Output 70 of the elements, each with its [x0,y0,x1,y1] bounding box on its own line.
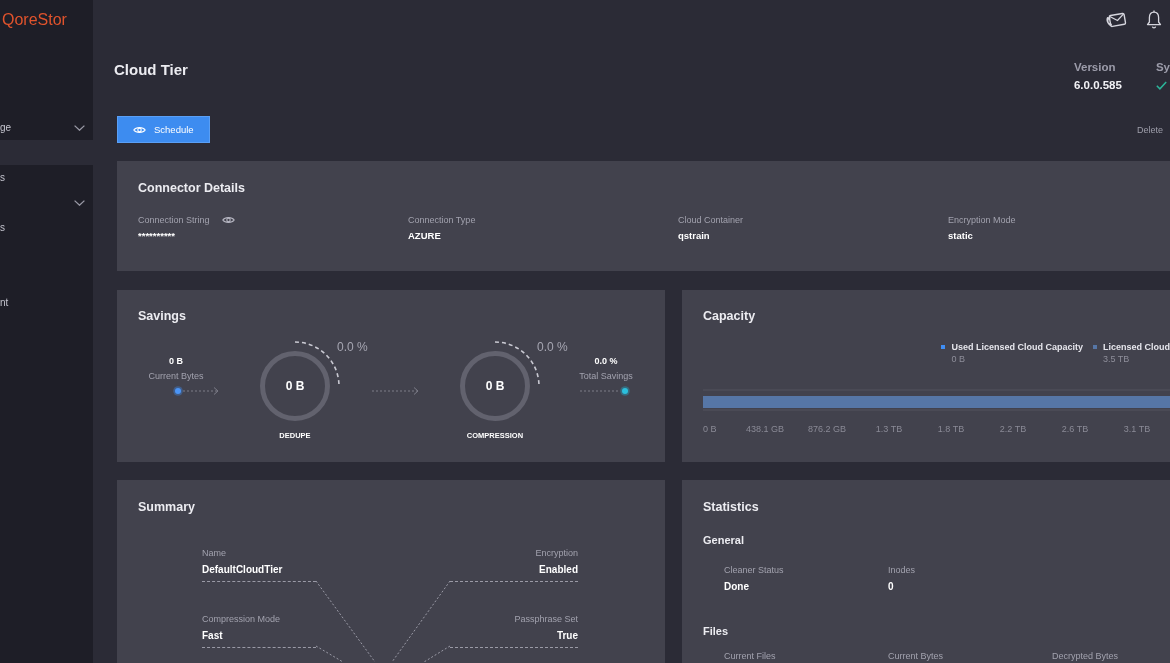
field-label: Cleaner Status [724,564,784,576]
field-label: Inodes [888,564,916,576]
section-heading: Files [703,624,730,638]
field-label: Decrypted Bytes [1052,650,1119,662]
field-value: AZURE [408,230,441,242]
field-value: True [556,630,578,642]
axis-tick-label: 2.2 TB [999,424,1027,434]
card-title: Connector Details [138,180,246,196]
text-button[interactable]: Delete [1137,123,1163,136]
gauge-value: 0 B [485,378,505,394]
flow-label: Total Savings [579,370,633,382]
field-value: DefaultCloudTier [202,564,283,576]
dashed-arrow [183,386,219,396]
percent-value: 0.0 % [337,339,368,355]
axis-tick-label: 3.1 TB [1123,424,1151,434]
card-title: Capacity [703,308,757,324]
flow-start-dot-icon [173,386,183,396]
axis-tick-label: 2.6 TB [1061,424,1089,434]
page-title: Cloud Tier [114,60,188,80]
sidebar-item[interactable]: ge [0,115,93,140]
field-value: Done [724,581,749,593]
stat-label: Sy [1155,60,1170,74]
axis-tick-label: 438.1 GB [746,424,784,434]
sidebar-item[interactable]: s [0,165,93,190]
card-title: Summary [138,499,196,515]
flow-value: 0.0 % [594,355,618,367]
eye-icon[interactable] [221,216,235,224]
field-value: Enabled [539,564,578,576]
field-label: Current Bytes [888,650,944,662]
stat-value: 6.0.0.585 [1073,78,1122,92]
field-value: static [948,230,973,242]
sidebar-item[interactable]: nt [0,290,93,315]
legend-label: Licensed Cloud [1103,341,1170,353]
field-label: Current Files [724,650,776,662]
field-label: Encryption [535,547,578,559]
flow-end-dot-icon [620,386,630,396]
axis-tick-label: 1.3 TB [875,424,903,434]
field-value: qstrain [678,230,710,242]
stat-label: Version [1073,60,1117,74]
field-label: Cloud Container [678,214,744,226]
eye-icon [133,125,146,134]
envelope-icon[interactable] [1105,11,1127,29]
flow-value: 0 B [169,355,183,367]
axis-tick-label: 876.2 GB [808,424,846,434]
legend-value: 0 B [951,353,966,365]
field-label: Name [202,547,226,559]
axis-tick-label: 1.8 TB [937,424,965,434]
gauge-value: 0 B [285,378,305,394]
dashed-arrow [372,386,419,396]
card-title: Statistics [703,499,760,515]
field-label: Compression Mode [202,613,281,625]
app-logo[interactable]: QoreStor [2,10,67,30]
field-label: Connection String [138,214,210,226]
chevron-down-icon[interactable] [74,124,85,131]
sidebar-item[interactable]: s [0,215,93,240]
field-label: Passphrase Set [514,613,578,625]
flow-label: Current Bytes [148,370,204,382]
notifications-bell-icon[interactable] [1146,10,1162,30]
field-value: ********** [138,230,175,242]
field-label: Connection Type [408,214,476,226]
legend-label: Used Licensed Cloud Capacity [951,341,1083,353]
field-label: Encryption Mode [948,214,1016,226]
axis-tick-label: 0 B [703,424,717,434]
legend-value: 3.5 TB [1103,353,1131,365]
section-heading: General [703,533,745,547]
card-title: Savings [138,308,187,324]
field-value: Fast [202,630,223,642]
percent-value: 0.0 % [537,339,568,355]
chevron-down-icon[interactable] [74,199,85,206]
field-value: 0 [888,581,894,593]
